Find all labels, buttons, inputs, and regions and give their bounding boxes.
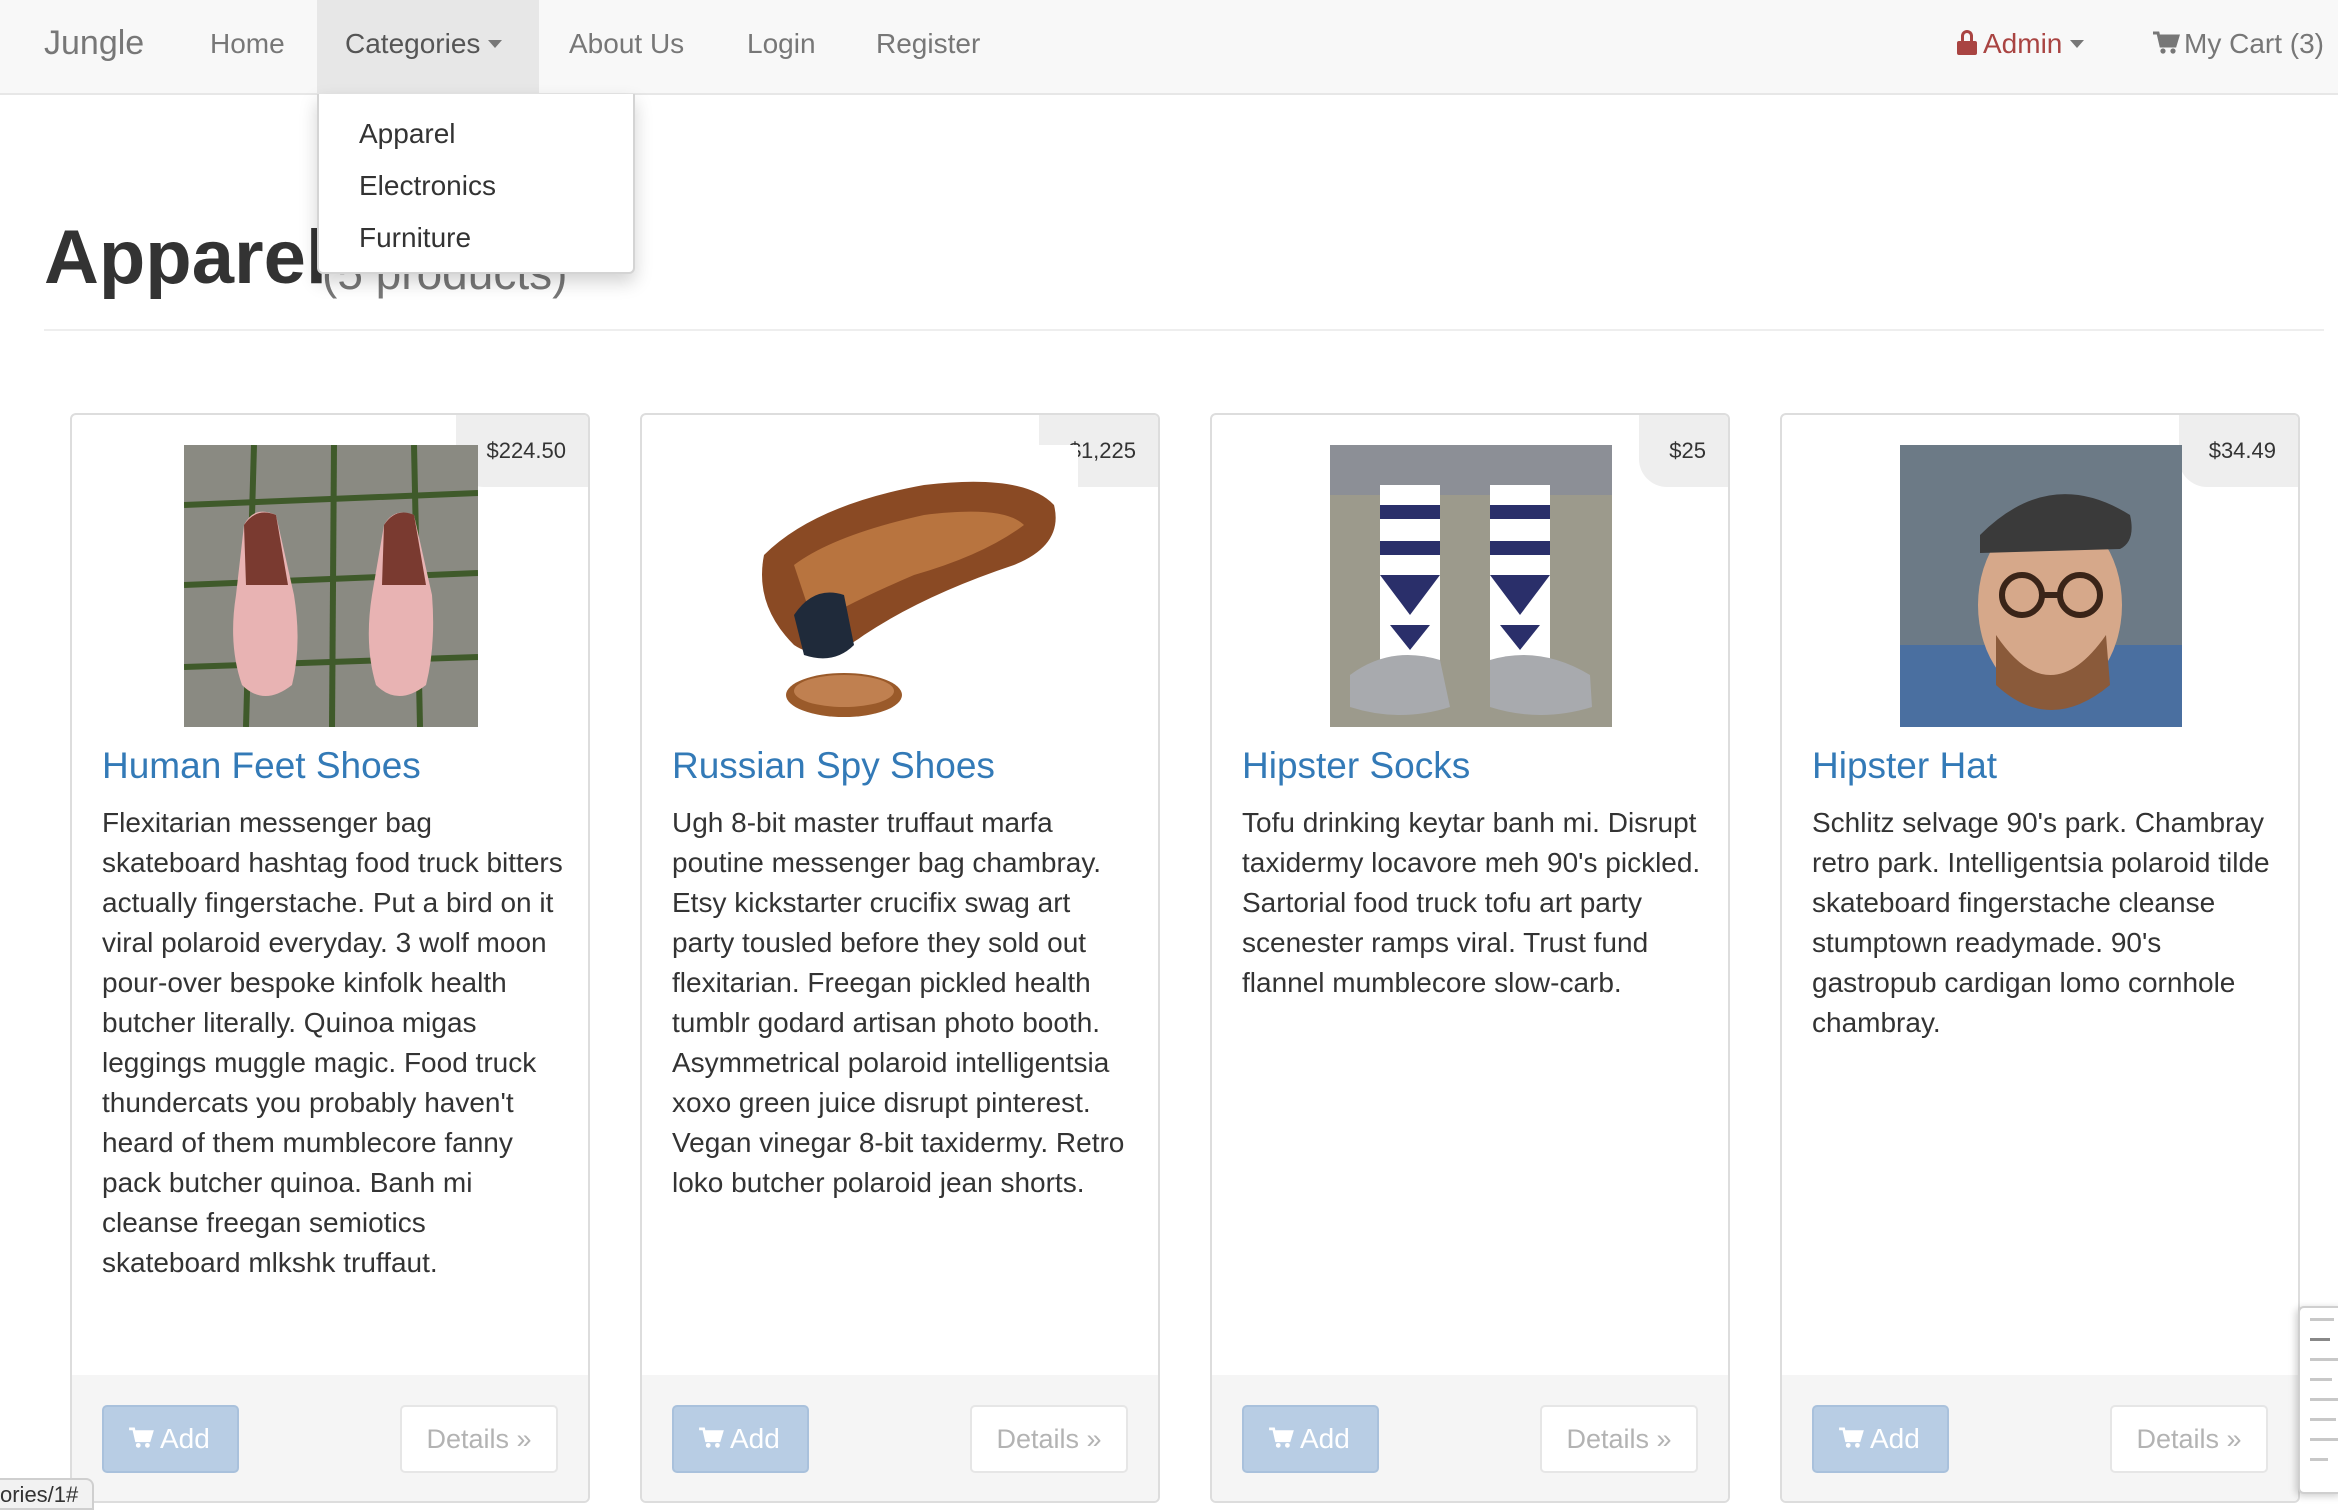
details-button[interactable]: Details » bbox=[2110, 1405, 2268, 1473]
product-image[interactable] bbox=[1212, 445, 1728, 727]
product-card: $1,225 Russian Spy Shoes Ugh 8-bit maste… bbox=[640, 413, 1160, 1503]
nav-my-cart[interactable]: My Cart (3) bbox=[2152, 0, 2324, 93]
cart-icon bbox=[2153, 31, 2180, 54]
product-description: Ugh 8-bit master truffaut marfa poutine … bbox=[672, 807, 1125, 1198]
screenshot-thumbnail[interactable] bbox=[2298, 1306, 2338, 1494]
card-footer: Add Details » bbox=[72, 1375, 588, 1501]
product-card: $34.49 Hipster Hat Schlitz selvage 90's … bbox=[1780, 413, 2300, 1503]
nav-home[interactable]: Home bbox=[210, 0, 285, 93]
product-description: Flexitarian messenger bag skateboard has… bbox=[102, 807, 563, 1278]
product-image[interactable] bbox=[72, 445, 588, 727]
brand-logo[interactable]: Jungle bbox=[44, 0, 144, 93]
cart-icon bbox=[699, 1427, 724, 1448]
nav-about-us[interactable]: About Us bbox=[569, 0, 684, 93]
navbar: Jungle Home Categories About Us Login Re… bbox=[0, 0, 2338, 95]
add-button-label: Add bbox=[1870, 1423, 1920, 1454]
nav-my-cart-label: My Cart (3) bbox=[2184, 28, 2324, 59]
cart-icon bbox=[129, 1427, 154, 1448]
product-name-link[interactable]: Human Feet Shoes bbox=[102, 741, 421, 791]
caret-down-icon bbox=[2070, 39, 2085, 48]
hipster-socks-image bbox=[1330, 445, 1612, 727]
card-footer: Add Details » bbox=[642, 1375, 1158, 1501]
product-image[interactable] bbox=[642, 445, 1158, 727]
add-to-cart-button[interactable]: Add bbox=[102, 1405, 239, 1473]
nav-login[interactable]: Login bbox=[747, 0, 816, 93]
details-button[interactable]: Details » bbox=[400, 1405, 558, 1473]
hipster-hat-image bbox=[1900, 445, 2182, 727]
add-to-cart-button[interactable]: Add bbox=[1812, 1405, 1949, 1473]
nav-categories[interactable]: Categories bbox=[317, 0, 539, 93]
nav-register[interactable]: Register bbox=[876, 0, 980, 93]
product-name-link[interactable]: Russian Spy Shoes bbox=[672, 741, 995, 791]
product-description: Tofu drinking keytar banh mi. Disrupt ta… bbox=[1242, 807, 1701, 998]
product-card: $25 Hipster Socks Tofu drinking keytar b… bbox=[1210, 413, 1730, 1503]
nav-admin-label: Admin bbox=[1983, 28, 2063, 59]
page-title: Apparel bbox=[44, 215, 327, 300]
card-footer: Add Details » bbox=[1782, 1375, 2298, 1501]
add-to-cart-button[interactable]: Add bbox=[1242, 1405, 1379, 1473]
lock-icon bbox=[1957, 29, 1977, 55]
details-button[interactable]: Details » bbox=[1540, 1405, 1698, 1473]
nav-categories-label: Categories bbox=[345, 28, 481, 59]
add-button-label: Add bbox=[730, 1423, 780, 1454]
product-name-link[interactable]: Hipster Socks bbox=[1242, 741, 1470, 791]
product-image[interactable] bbox=[1782, 445, 2298, 727]
dropdown-item-apparel[interactable]: Apparel bbox=[319, 108, 633, 160]
link-status-bar: ories/1# bbox=[0, 1478, 95, 1510]
add-button-label: Add bbox=[1300, 1423, 1350, 1454]
nav-admin[interactable]: Admin bbox=[1957, 0, 2085, 93]
caret-down-icon bbox=[488, 39, 503, 48]
human-feet-shoes-image bbox=[184, 445, 478, 727]
dropdown-item-electronics[interactable]: Electronics bbox=[319, 160, 633, 212]
add-to-cart-button[interactable]: Add bbox=[672, 1405, 809, 1473]
card-footer: Add Details » bbox=[1212, 1375, 1728, 1501]
categories-dropdown-menu: Apparel Electronics Furniture bbox=[317, 94, 635, 274]
add-button-label: Add bbox=[160, 1423, 210, 1454]
details-button[interactable]: Details » bbox=[970, 1405, 1128, 1473]
product-card: $224.50 Human Feet Shoes Flexitarian mes… bbox=[70, 413, 590, 1503]
cart-icon bbox=[1839, 1427, 1864, 1448]
cart-icon bbox=[1269, 1427, 1294, 1448]
product-name-link[interactable]: Hipster Hat bbox=[1812, 741, 1997, 791]
product-description: Schlitz selvage 90's park. Chambray retr… bbox=[1812, 807, 2270, 1038]
dropdown-item-furniture[interactable]: Furniture bbox=[319, 212, 633, 264]
russian-spy-shoes-image bbox=[724, 445, 1078, 727]
